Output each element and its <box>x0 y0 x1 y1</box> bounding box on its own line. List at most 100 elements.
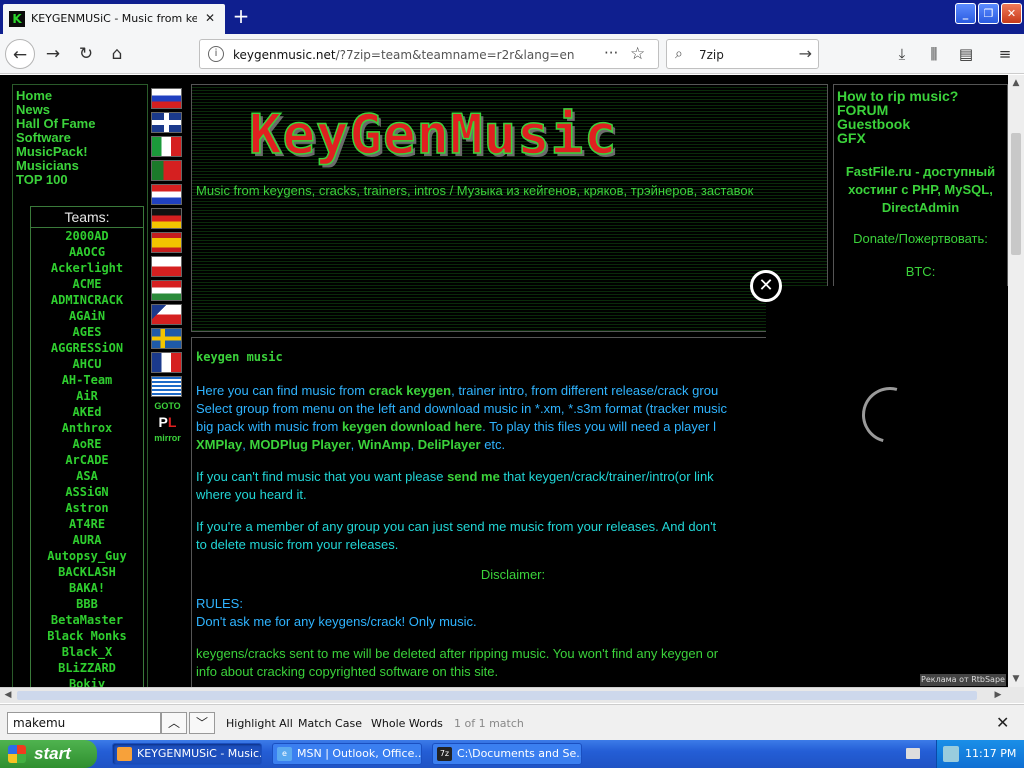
team-link[interactable]: ADMINCRACK <box>31 292 143 308</box>
flag-france-icon[interactable] <box>151 352 182 373</box>
keygen-download-link[interactable]: keygen download here <box>342 419 482 434</box>
close-window-button[interactable]: ✕ <box>1001 3 1022 24</box>
vertical-scrollbar[interactable]: ▲ ▼ <box>1008 75 1024 687</box>
forum-link[interactable]: FORUM <box>837 103 1007 117</box>
team-link[interactable]: AAOCG <box>31 244 143 260</box>
team-link[interactable]: Ackerlight <box>31 260 143 276</box>
new-tab-button[interactable]: + <box>230 5 252 27</box>
team-link[interactable]: AoRE <box>31 436 143 452</box>
bookmark-star-icon[interactable]: ☆ <box>630 44 645 64</box>
nav-link-musicpack[interactable]: MusicPack! <box>16 145 147 159</box>
flag-greece-icon[interactable] <box>151 376 182 397</box>
site-info-icon[interactable]: i <box>208 46 224 62</box>
task-firefox[interactable]: KEYGENMUSiC - Music... <box>112 743 262 765</box>
team-link[interactable]: AiR <box>31 388 143 404</box>
sidebar-icon[interactable]: ▤ <box>954 42 978 66</box>
flag-germany-icon[interactable] <box>151 208 182 229</box>
flag-sweden-icon[interactable] <box>151 328 182 349</box>
task-7zip[interactable]: 7z C:\Documents and Se... <box>432 743 582 765</box>
find-input[interactable] <box>7 712 161 734</box>
tab-keygenmusic[interactable]: K KEYGENMUSiC - Music from keyge ✕ <box>3 4 225 34</box>
xmplay-link[interactable]: XMPlay <box>196 437 242 452</box>
mirror-link[interactable]: mirror <box>151 433 184 443</box>
ad-overlay[interactable] <box>766 286 1008 687</box>
team-link[interactable]: AH-Team <box>31 372 143 388</box>
scroll-right-icon[interactable]: ▶ <box>990 688 1006 703</box>
nav-link-hall-of-fame[interactable]: Hall Of Fame <box>16 117 147 131</box>
team-link[interactable]: AGAiN <box>31 308 143 324</box>
library-icon[interactable]: ⫼ <box>922 42 946 66</box>
team-link[interactable]: Bokiy <box>31 676 143 687</box>
nav-link-top-100[interactable]: TOP 100 <box>16 173 147 187</box>
flag-italy-icon[interactable] <box>151 136 182 157</box>
team-link[interactable]: AGES <box>31 324 143 340</box>
team-link[interactable]: AGGRESSiON <box>31 340 143 356</box>
home-button[interactable]: ⌂ <box>102 39 132 69</box>
team-link[interactable]: ASSiGN <box>31 484 143 500</box>
nav-link-software[interactable]: Software <box>16 131 147 145</box>
highlight-all-toggle[interactable]: Highlight All <box>226 717 293 730</box>
maximize-button[interactable]: ❐ <box>978 3 999 24</box>
start-button[interactable]: start <box>0 740 97 768</box>
flag-uk-icon[interactable] <box>151 112 182 133</box>
vertical-scroll-thumb[interactable] <box>1011 133 1021 255</box>
team-link[interactable]: BetaMaster <box>31 612 143 628</box>
menu-icon[interactable]: ≡ <box>993 42 1017 66</box>
network-icon[interactable] <box>943 746 959 762</box>
find-next-button[interactable]: ﹀ <box>189 712 215 734</box>
pl-mirror-link[interactable]: PL <box>151 414 184 430</box>
minimize-button[interactable]: _ <box>955 3 976 24</box>
scroll-down-icon[interactable]: ▼ <box>1008 671 1024 687</box>
guestbook-link[interactable]: Guestbook <box>837 117 1007 131</box>
team-link[interactable]: Astron <box>31 500 143 516</box>
whole-words-toggle[interactable]: Whole Words <box>371 717 443 730</box>
match-case-toggle[interactable]: Match Case <box>298 717 362 730</box>
team-link[interactable]: ACME <box>31 276 143 292</box>
flag-hungary-icon[interactable] <box>151 280 182 301</box>
find-previous-button[interactable]: ︿ <box>161 712 187 734</box>
reload-button[interactable]: ↻ <box>71 39 101 69</box>
rip-music-link[interactable]: How to rip music? <box>837 89 1007 103</box>
search-bar[interactable]: ⌕ 7zip → <box>666 39 819 69</box>
team-link[interactable]: AURA <box>31 532 143 548</box>
nav-link-news[interactable]: News <box>16 103 147 117</box>
team-link[interactable]: Autopsy_Guy <box>31 548 143 564</box>
winamp-link[interactable]: WinAmp <box>358 437 411 452</box>
team-link[interactable]: BAKA! <box>31 580 143 596</box>
team-link[interactable]: Anthrox <box>31 420 143 436</box>
team-link[interactable]: BACKLASH <box>31 564 143 580</box>
fastfile-ad-link[interactable]: FastFile.ru - доступный хостинг с PHP, M… <box>834 163 1007 217</box>
crack-keygen-link[interactable]: crack keygen <box>369 383 451 398</box>
team-link[interactable]: 2000AD <box>31 228 143 244</box>
team-link[interactable]: Black Monks <box>31 628 143 644</box>
find-close-icon[interactable]: ✕ <box>996 713 1009 732</box>
flag-netherlands-icon[interactable] <box>151 184 182 205</box>
gfx-link[interactable]: GFX <box>837 131 1007 145</box>
back-button[interactable]: ← <box>5 39 35 69</box>
team-link[interactable]: ArCADE <box>31 452 143 468</box>
team-link[interactable]: AHCU <box>31 356 143 372</box>
page-actions-icon[interactable]: ··· <box>604 44 618 62</box>
url-bar[interactable]: i keygenmusic.net/?7zip=team&teamname=r2… <box>199 39 659 69</box>
team-link[interactable]: Black_X <box>31 644 143 660</box>
flag-russia-icon[interactable] <box>151 88 182 109</box>
flag-czech-icon[interactable] <box>151 304 182 325</box>
nav-link-musicians[interactable]: Musicians <box>16 159 147 173</box>
forward-button[interactable]: → <box>38 39 68 69</box>
url-text[interactable]: keygenmusic.net/?7zip=team&teamname=r2r&… <box>233 48 574 62</box>
flag-poland-icon[interactable] <box>151 256 182 277</box>
keyboard-icon[interactable] <box>906 748 920 759</box>
flag-spain-icon[interactable] <box>151 232 182 253</box>
flag-portugal-icon[interactable] <box>151 160 182 181</box>
team-link[interactable]: BBB <box>31 596 143 612</box>
scroll-up-icon[interactable]: ▲ <box>1008 75 1024 91</box>
modplug-link[interactable]: MODPlug Player <box>249 437 350 452</box>
team-link[interactable]: AT4RE <box>31 516 143 532</box>
deliplayer-link[interactable]: DeliPlayer <box>418 437 481 452</box>
horizontal-scroll-thumb[interactable] <box>17 691 977 700</box>
send-me-link[interactable]: send me <box>447 469 500 484</box>
site-logo[interactable]: KeyGenMusic <box>248 102 618 167</box>
downloads-icon[interactable]: ⤓ <box>890 42 914 66</box>
ad-close-button[interactable]: ✕ <box>750 270 782 302</box>
nav-link-home[interactable]: Home <box>16 89 147 103</box>
